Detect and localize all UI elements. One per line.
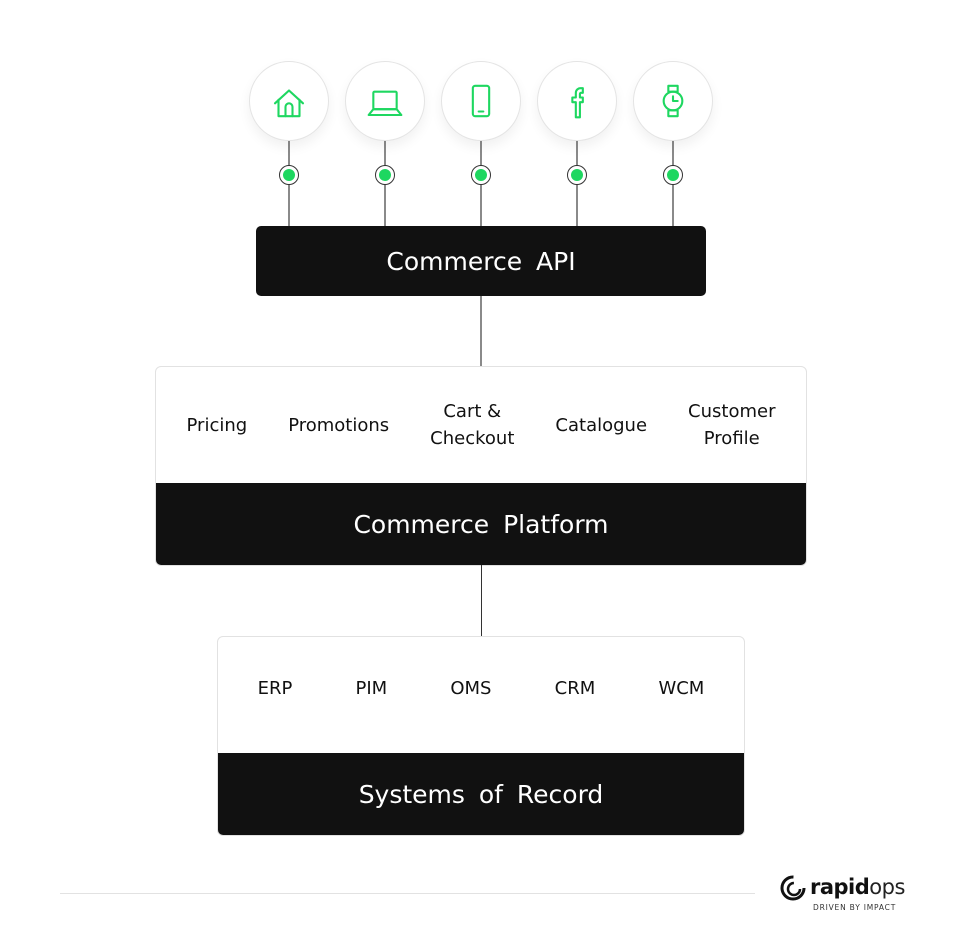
platform-module: Promotions xyxy=(288,414,390,436)
laptop-icon xyxy=(367,90,403,117)
systems-of-record-card: ERP PIM OMS CRM WCM Systems of Record xyxy=(217,636,745,836)
home-icon xyxy=(273,89,305,118)
mobile-icon xyxy=(471,84,491,118)
facebook-icon xyxy=(571,87,584,119)
logo-name-light: ops xyxy=(869,875,905,899)
systems-of-record-box: Systems of Record xyxy=(218,753,744,835)
logo-name-bold: rapid xyxy=(810,875,870,899)
commerce-platform-box: Commerce Platform xyxy=(156,483,806,565)
logo-mark-icon xyxy=(780,875,806,901)
logo-tagline: DRIVEN BY IMPACT xyxy=(813,903,897,912)
commerce-platform-card: Pricing Promotions Cart & Checkout Catalogu… xyxy=(155,366,807,566)
channel-node-dot xyxy=(279,165,299,185)
record-system: ERP xyxy=(257,677,293,699)
channel-circle xyxy=(537,61,617,141)
channel-circle xyxy=(633,61,713,141)
channel-circle xyxy=(249,61,329,141)
record-system: OMS xyxy=(450,677,492,699)
commerce-api-title: Commerce API xyxy=(386,246,576,276)
record-system: PIM xyxy=(355,677,388,699)
channel-node-dot xyxy=(663,165,683,185)
commerce-platform-title: Commerce Platform xyxy=(353,509,609,539)
channel-node-dot xyxy=(567,165,587,185)
platform-module: Customer Profile xyxy=(688,401,776,449)
commerce-api-box: Commerce API xyxy=(256,226,706,296)
platform-module: Pricing xyxy=(186,414,248,436)
channel-circle xyxy=(345,61,425,141)
platform-modules: Pricing Promotions Cart & Checkout Catalogu… xyxy=(156,367,806,483)
rapidops-logo: rapidops DRIVEN BY IMPACT xyxy=(780,873,910,915)
record-system: WCM xyxy=(658,677,705,699)
record-system: CRM xyxy=(554,677,596,699)
systems-of-record-title: Systems of Record xyxy=(358,779,604,809)
channel-node-dot xyxy=(375,165,395,185)
platform-module: Cart & Checkout xyxy=(430,401,515,449)
channel-circle xyxy=(441,61,521,141)
record-systems: ERP PIM OMS CRM WCM xyxy=(218,637,744,753)
smartwatch-icon xyxy=(662,84,684,118)
connector-line xyxy=(481,565,482,636)
footer-divider xyxy=(60,893,755,894)
channel-node-dot xyxy=(471,165,491,185)
platform-module: Catalogue xyxy=(555,414,648,436)
connector-line xyxy=(480,296,482,366)
